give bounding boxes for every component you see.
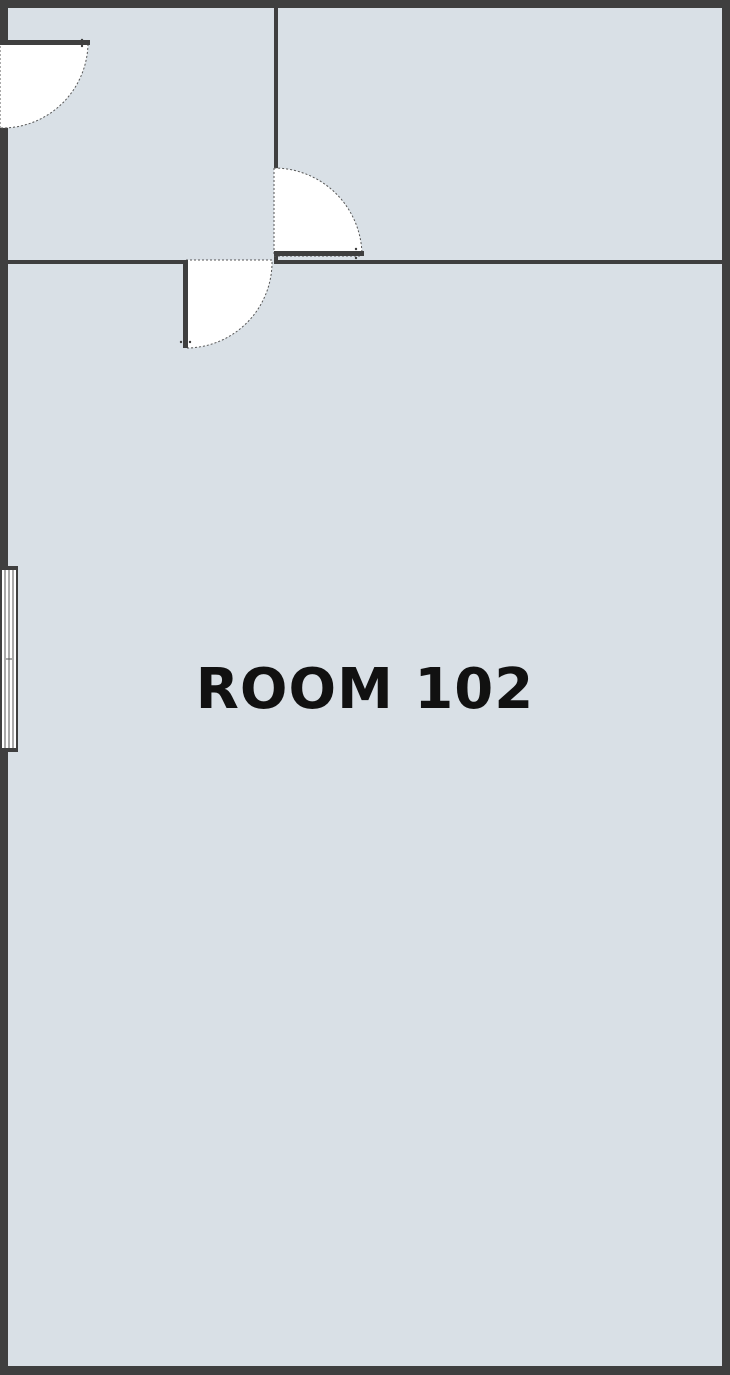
- door-leaf: [274, 251, 364, 256]
- door-leaf: [0, 40, 90, 45]
- room-102-floor: [8, 264, 722, 1366]
- door-leaf: [183, 260, 188, 348]
- interior-wall-vertical: [274, 8, 278, 168]
- window-icon: [0, 566, 18, 752]
- interior-wall-horizontal: [8, 260, 722, 264]
- room-label: ROOM 102: [196, 657, 534, 722]
- floor-plan: ROOM 102: [0, 0, 730, 1375]
